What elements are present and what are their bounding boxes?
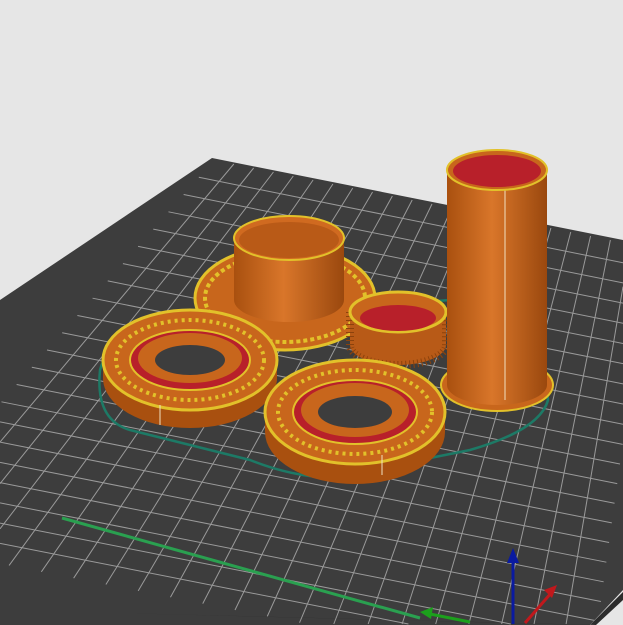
bearing-ring-left[interactable] [101, 308, 279, 428]
bearing-ring-right[interactable] [263, 358, 447, 484]
tall-tube-object[interactable] [440, 149, 554, 412]
3d-viewport[interactable] [0, 0, 623, 625]
knurled-cap-object[interactable] [346, 290, 450, 369]
